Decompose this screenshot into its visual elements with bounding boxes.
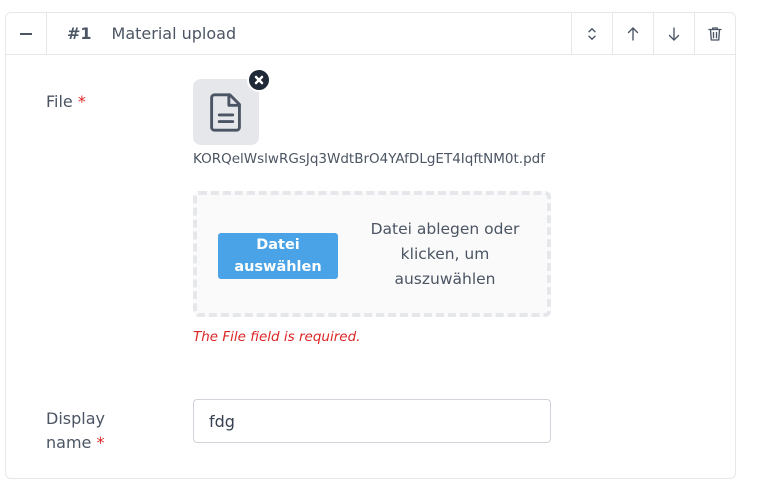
item-title: #1 Material upload (47, 13, 571, 54)
arrow-down-icon (668, 26, 680, 41)
file-error-message: The File field is required. (193, 329, 361, 345)
move-up-button[interactable] (612, 13, 653, 54)
remove-file-button[interactable] (247, 68, 271, 92)
file-label: File * (46, 90, 86, 114)
move-down-button[interactable] (653, 13, 694, 54)
item-number: #1 (67, 24, 92, 43)
arrow-up-icon (627, 26, 639, 41)
item-title-label: Material upload (111, 24, 237, 43)
required-mark: * (77, 92, 86, 111)
display-name-input[interactable] (193, 399, 551, 443)
delete-button[interactable] (694, 13, 735, 54)
required-mark: * (96, 433, 105, 452)
minus-icon (20, 32, 32, 35)
sort-button[interactable] (571, 13, 612, 54)
close-icon (254, 75, 264, 85)
file-name[interactable]: KORQelWslwRGsJq3WdtBrO4YAfDLgET4IqftNM0t… (193, 151, 545, 167)
display-name-label: Display name * (46, 407, 136, 455)
chevron-up-down-icon (588, 27, 596, 40)
file-dropzone[interactable]: Datei auswählen Datei ablegen oder klick… (193, 191, 551, 317)
file-label-text: File (46, 92, 73, 111)
document-icon (210, 93, 241, 132)
item-actions (571, 13, 735, 54)
repeater-item-card: #1 Material upload File * KORQelWslwRGsJ… (5, 12, 736, 479)
choose-file-button[interactable]: Datei auswählen (218, 233, 338, 279)
item-header: #1 Material upload (6, 13, 735, 55)
collapse-button[interactable] (6, 13, 47, 54)
trash-icon (708, 26, 722, 41)
file-thumbnail (193, 79, 259, 145)
dropzone-text: Datei ablegen oder klicken, um auszuwähl… (370, 220, 520, 288)
